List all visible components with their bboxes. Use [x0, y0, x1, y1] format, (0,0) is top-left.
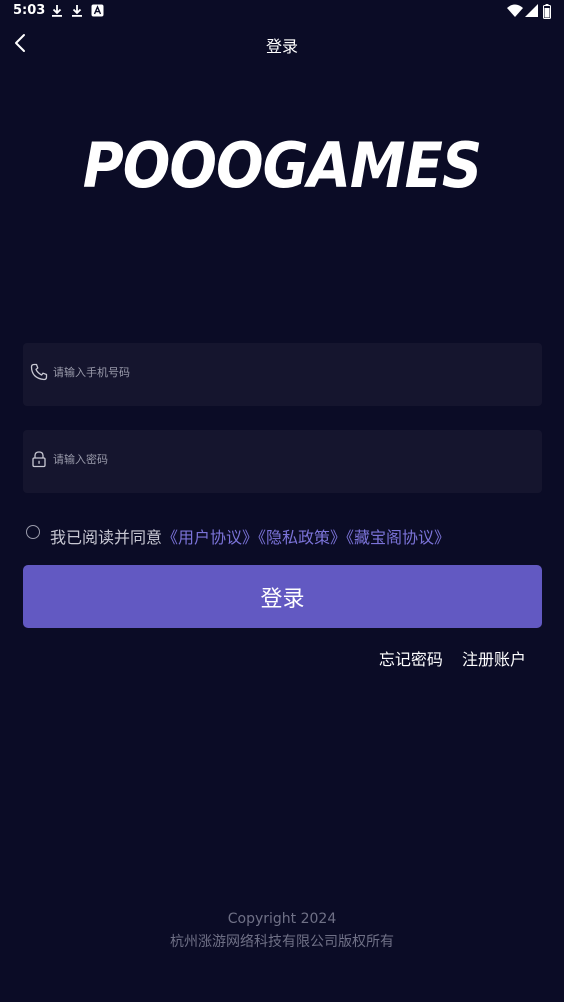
agreement-row: 我已阅读并同意《用户协议》《隐私政策》《藏宝阁协议》	[26, 523, 556, 549]
password-field[interactable]	[23, 430, 542, 493]
lock-icon	[32, 451, 46, 468]
battery-icon	[543, 4, 551, 19]
login-button[interactable]: 登录	[23, 565, 542, 628]
phone-input[interactable]	[53, 361, 523, 383]
status-time: 5:03	[13, 3, 46, 18]
forgot-password-link[interactable]: 忘记密码	[379, 650, 443, 669]
user-agreement-link[interactable]: 《用户协议》	[162, 528, 258, 547]
download-icon	[52, 5, 62, 17]
app-notification-icon	[91, 4, 104, 17]
company-text: 杭州涨游网络科技有限公司版权所有	[170, 934, 394, 950]
header: 登录	[0, 24, 564, 62]
phone-field[interactable]	[23, 343, 542, 406]
register-link[interactable]: 注册账户	[462, 650, 526, 669]
agreement-prefix: 我已阅读并同意	[50, 528, 163, 547]
status-bar: 5:03	[0, 0, 564, 24]
footer: Copyright 2024 杭州涨游网络科技有限公司版权所有	[0, 908, 564, 954]
password-input[interactable]	[53, 448, 523, 470]
logo: POOOGAMES	[82, 130, 482, 203]
privacy-policy-link[interactable]: 《隐私政策》	[258, 528, 346, 547]
phone-icon	[30, 363, 48, 381]
cellular-signal-icon	[525, 4, 538, 17]
wifi-icon	[507, 4, 523, 17]
agreement-checkbox[interactable]	[26, 525, 40, 539]
agreement-text: 我已阅读并同意《用户协议》《隐私政策》《藏宝阁协议》	[50, 524, 450, 548]
treasure-pavilion-agreement-link[interactable]: 《藏宝阁协议》	[346, 528, 450, 547]
download-icon	[72, 5, 82, 17]
page-title: 登录	[265, 37, 298, 56]
copyright-text: Copyright 2024	[227, 911, 337, 927]
account-links: 忘记密码 注册账户	[365, 646, 526, 669]
